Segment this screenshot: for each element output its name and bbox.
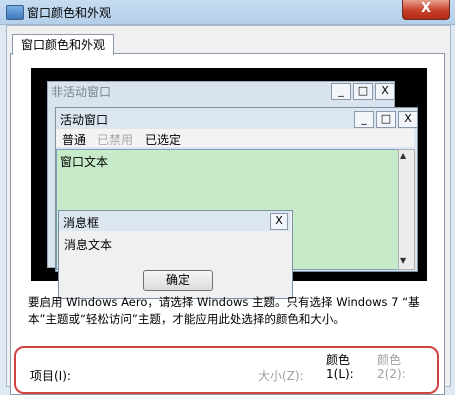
close-icon: X xyxy=(398,111,418,128)
message-box-title: 消息框 xyxy=(63,216,100,230)
highlight-frame xyxy=(14,346,439,394)
preview-scrollbar xyxy=(398,149,415,270)
minimize-icon: _ xyxy=(331,83,351,100)
menu-item-selected: 已选定 xyxy=(145,133,182,147)
scroll-down-icon: ▼ xyxy=(400,256,407,265)
item-label: 项目(I): xyxy=(30,369,71,383)
inactive-window-controls: _ □ X xyxy=(329,83,395,100)
maximize-icon: □ xyxy=(353,83,373,100)
ok-button-preview: 确定 xyxy=(143,270,213,291)
color2-label: 2(2): xyxy=(377,367,406,381)
active-window-controls: _ □ X xyxy=(352,111,418,128)
menu-item-disabled: 已禁用 xyxy=(97,133,134,147)
close-icon: X xyxy=(270,213,288,230)
message-text: 消息文本 xyxy=(64,238,113,252)
close-icon: X xyxy=(375,83,395,100)
maximize-icon: □ xyxy=(376,111,396,128)
aero-note: 要启用 Windows Aero，请选择 Windows 主题。只有选择 Win… xyxy=(28,295,420,326)
window-text: 窗口文本 xyxy=(60,155,109,169)
app-icon xyxy=(6,5,24,20)
color1-header: 颜色 xyxy=(326,353,351,367)
window-close-button[interactable]: X xyxy=(402,0,450,20)
color2-header: 颜色 xyxy=(377,353,402,367)
window-titlebar: 窗口颜色和外观 X xyxy=(0,0,455,25)
active-window-title: 活动窗口 xyxy=(60,113,109,127)
tab-window-color[interactable]: 窗口颜色和外观 xyxy=(12,34,115,55)
scroll-up-icon: ▲ xyxy=(400,151,407,160)
color1-label: 1(L): xyxy=(326,367,354,381)
window-title: 窗口颜色和外观 xyxy=(27,6,112,20)
inactive-window-title: 非活动窗口 xyxy=(51,85,112,99)
menu-item-normal: 普通 xyxy=(62,133,87,147)
size-label: 大小(Z): xyxy=(258,369,304,383)
minimize-icon: _ xyxy=(354,111,374,128)
